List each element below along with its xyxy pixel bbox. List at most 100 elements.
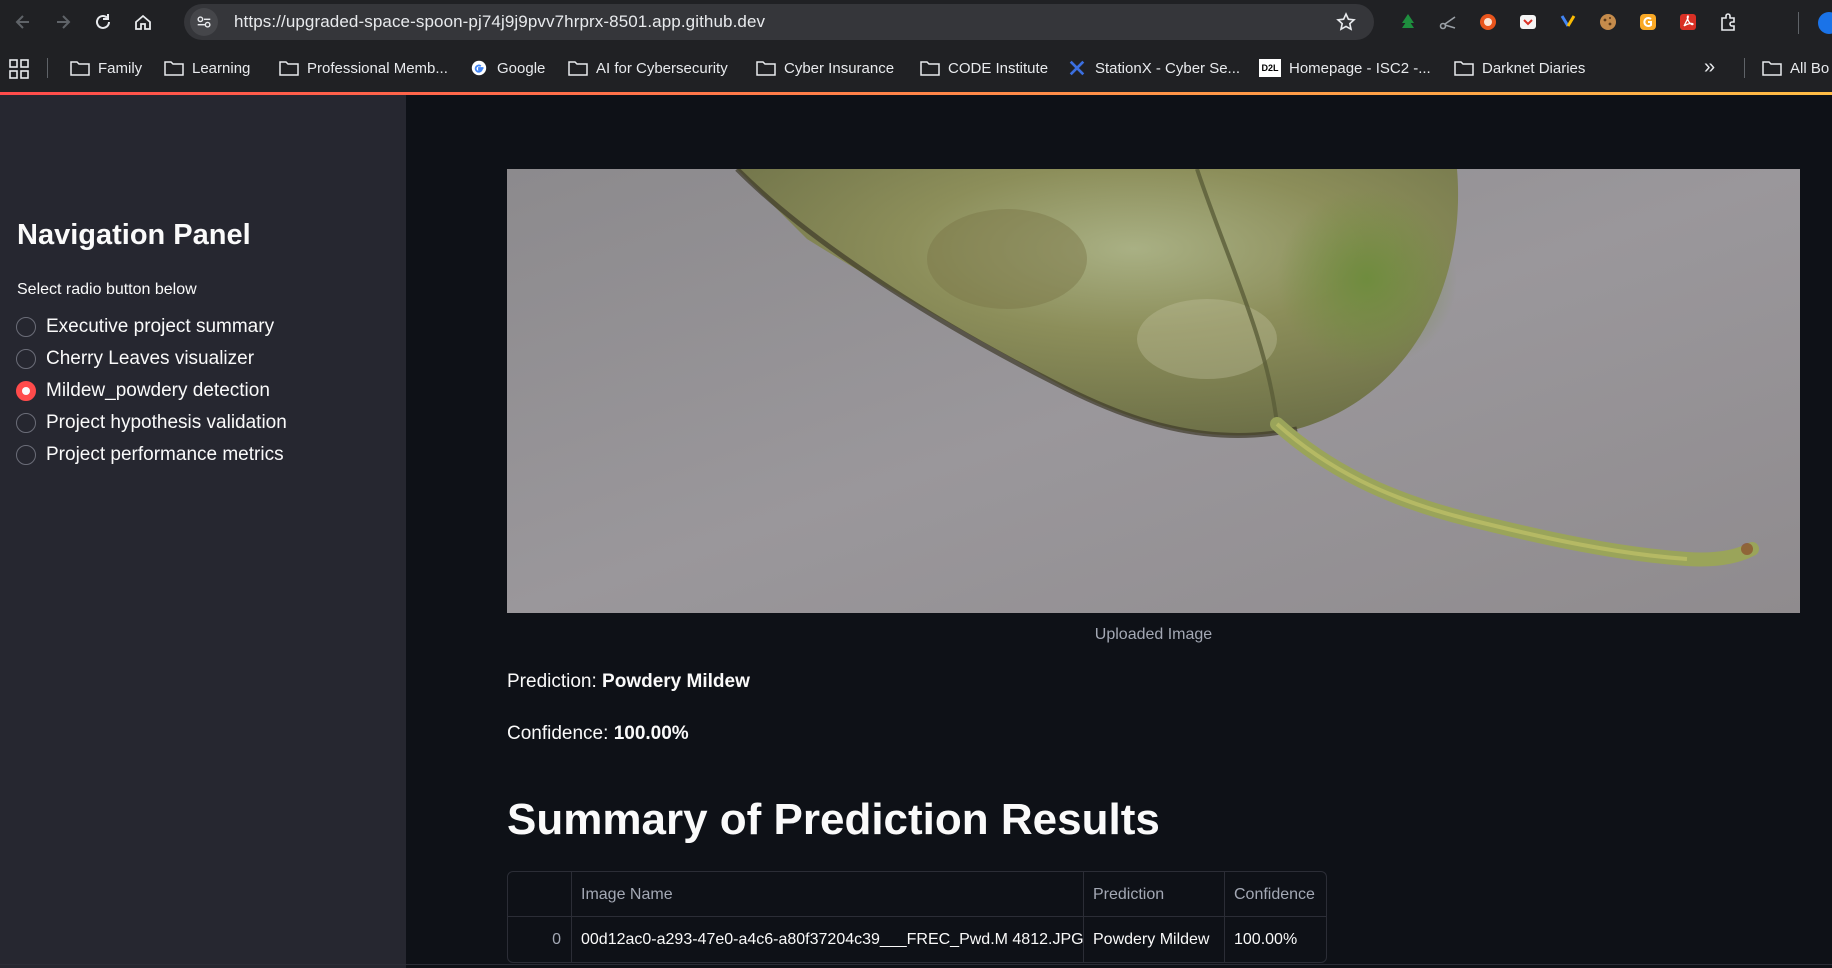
bookmark-label: All Bo <box>1790 59 1830 77</box>
apps-grid-icon[interactable] <box>8 58 30 80</box>
bookmark-darknet-diaries[interactable]: Darknet Diaries <box>1454 56 1585 80</box>
puzzle-extensions-icon[interactable] <box>1712 6 1744 38</box>
prediction-label: Prediction: <box>507 671 603 692</box>
main-content: Uploaded Image Prediction: Powdery Milde… <box>406 95 1832 968</box>
bookmarks-divider <box>1744 58 1745 78</box>
table-header-row: Image Name Prediction Confidence <box>508 872 1326 917</box>
home-icon <box>135 14 151 30</box>
bookmark-professional[interactable]: Professional Memb... <box>279 56 448 80</box>
profile-avatar[interactable] <box>1818 12 1832 34</box>
radio-label: Project performance metrics <box>46 444 284 465</box>
url-text[interactable]: https://upgraded-space-spoon-pj74j9j9pvv… <box>234 12 765 32</box>
cell-image-name[interactable]: 00d12ac0-a293-47e0-a4c6-a80f37204c39___F… <box>572 917 1084 962</box>
bookmark-label: Family <box>98 59 143 77</box>
results-table[interactable]: Image Name Prediction Confidence 0 00d12… <box>507 871 1327 963</box>
confidence-line: Confidence: 100.00% <box>507 723 689 745</box>
scissors-extension-icon[interactable] <box>1432 6 1464 38</box>
bookmarks-divider <box>47 58 48 78</box>
bookmark-label: Google <box>497 59 546 77</box>
folder-icon <box>756 61 776 76</box>
radio-mildew-detection[interactable]: Mildew_powdery detection <box>16 378 270 404</box>
tree-extension-icon[interactable] <box>1392 6 1424 38</box>
bookmark-google[interactable]: Google <box>469 56 545 80</box>
reload-icon <box>96 14 110 29</box>
stationx-icon <box>1069 60 1085 76</box>
bookmark-family[interactable]: Family <box>70 56 142 80</box>
folder-icon <box>920 61 940 76</box>
pocket-extension-icon[interactable] <box>1512 6 1544 38</box>
header-confidence[interactable]: Confidence <box>1225 872 1326 917</box>
bookmark-code-institute[interactable]: CODE Institute <box>920 56 1048 80</box>
summary-heading: Summary of Prediction Results <box>507 795 1160 844</box>
radio-leaves-visualizer[interactable]: Cherry Leaves visualizer <box>16 346 254 372</box>
back-button[interactable] <box>6 5 40 39</box>
header-image-name[interactable]: Image Name <box>572 872 1084 917</box>
folder-icon <box>279 61 299 76</box>
bookmark-label: Cyber Insurance <box>784 59 895 77</box>
radio-label: Cherry Leaves visualizer <box>46 348 255 369</box>
bookmark-star-icon[interactable] <box>1336 12 1356 32</box>
site-info-icon[interactable] <box>190 8 218 36</box>
radio-label: Mildew_powdery detection <box>46 380 270 401</box>
sidebar: Navigation Panel Select radio button bel… <box>0 95 406 968</box>
extensions-row <box>1392 6 1752 38</box>
radio-hypothesis-validation[interactable]: Project hypothesis validation <box>16 410 287 436</box>
radio-button[interactable] <box>16 349 36 369</box>
radio-button[interactable] <box>16 317 36 337</box>
cell-prediction[interactable]: Powdery Mildew <box>1084 917 1225 962</box>
bookmark-stationx[interactable]: StationX - Cyber Se... <box>1067 56 1240 80</box>
window-bottom-edge <box>0 964 1832 965</box>
sidebar-subtitle: Select radio button below <box>17 281 197 298</box>
cell-confidence[interactable]: 100.00% <box>1225 917 1326 962</box>
bookmark-ai-cybersecurity[interactable]: AI for Cybersecurity <box>568 56 728 80</box>
radio-label: Executive project summary <box>46 316 275 337</box>
prediction-line: Prediction: Powdery Mildew <box>507 671 750 693</box>
address-bar[interactable]: https://upgraded-space-spoon-pj74j9j9pvv… <box>184 4 1374 40</box>
bookmark-label: Learning <box>192 59 251 77</box>
radio-executive-summary[interactable]: Executive project summary <box>16 314 274 340</box>
radio-button-selected[interactable] <box>16 381 36 401</box>
folder-icon <box>568 61 588 76</box>
header-index <box>508 872 572 917</box>
bookmark-label: Professional Memb... <box>307 59 448 77</box>
bookmark-label: AI for Cybersecurity <box>596 59 728 77</box>
forward-button[interactable] <box>46 5 80 39</box>
bookmark-learning[interactable]: Learning <box>164 56 250 80</box>
bookmark-isc2[interactable]: D2L Homepage - ISC2 -... <box>1259 56 1431 80</box>
cookie-extension-icon[interactable] <box>1592 6 1624 38</box>
d2l-icon: D2L <box>1259 59 1281 77</box>
table-row: 0 00d12ac0-a293-47e0-a4c6-a80f37204c39__… <box>508 917 1326 962</box>
radio-label: Project hypothesis validation <box>46 412 287 433</box>
radio-button[interactable] <box>16 413 36 433</box>
confidence-label: Confidence: <box>507 723 614 744</box>
tools-extension-icon[interactable] <box>1552 6 1584 38</box>
reload-button[interactable] <box>86 5 120 39</box>
bookmark-label: Darknet Diaries <box>1482 59 1586 77</box>
arrow-left-icon <box>15 15 29 29</box>
bookmark-cyber-insurance[interactable]: Cyber Insurance <box>756 56 894 80</box>
bookmark-label: CODE Institute <box>948 59 1049 77</box>
bookmarks-bar: Family Learning Professional Memb... Goo… <box>0 44 1832 92</box>
google-icon <box>471 60 487 76</box>
folder-icon <box>164 61 184 76</box>
arrow-right-icon <box>57 15 71 29</box>
radio-performance-metrics[interactable]: Project performance metrics <box>16 442 284 468</box>
image-caption: Uploaded Image <box>1094 626 1213 643</box>
folder-icon <box>70 61 90 76</box>
toolbar-divider <box>1798 12 1799 34</box>
header-prediction[interactable]: Prediction <box>1084 872 1225 917</box>
folder-icon <box>1762 61 1782 76</box>
all-bookmarks[interactable]: All Bo <box>1762 56 1829 80</box>
confidence-value: 100.00% <box>613 723 689 744</box>
bookmark-label: StationX - Cyber Se... <box>1095 59 1241 77</box>
privacy-extension-icon[interactable] <box>1472 6 1504 38</box>
uploaded-leaf-image <box>507 169 1800 613</box>
more-bookmarks-icon[interactable]: » <box>1704 56 1715 79</box>
folder-icon <box>1454 61 1474 76</box>
radio-button[interactable] <box>16 445 36 465</box>
sidebar-title: Navigation Panel <box>17 219 251 251</box>
grammarly-extension-icon[interactable] <box>1632 6 1664 38</box>
pdf-extension-icon[interactable] <box>1672 6 1704 38</box>
prediction-value: Powdery Mildew <box>602 671 750 692</box>
home-button[interactable] <box>126 5 160 39</box>
